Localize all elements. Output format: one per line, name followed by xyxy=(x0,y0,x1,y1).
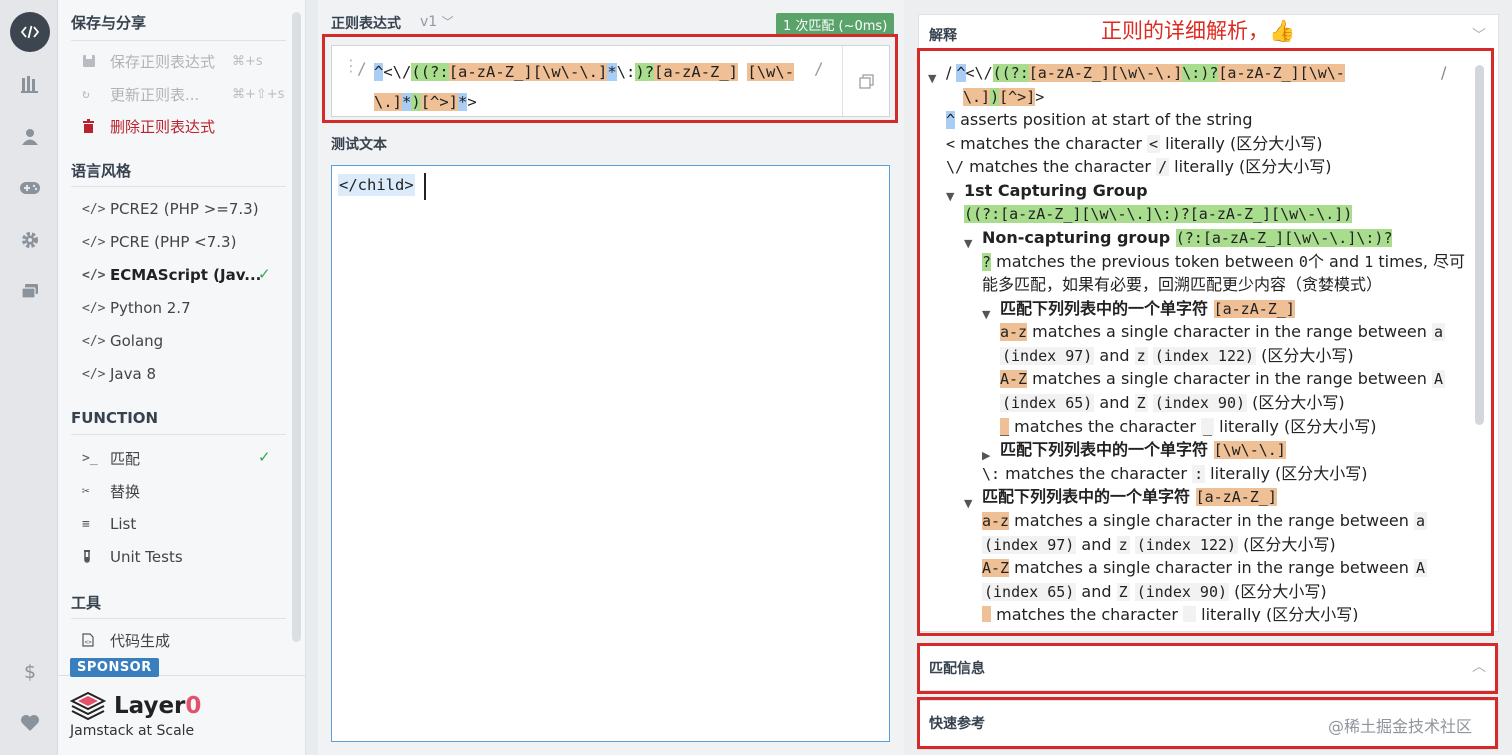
save-icon xyxy=(82,54,110,68)
flavor-label: ECMAScript (Jav... xyxy=(110,266,262,284)
function-label: Unit Tests xyxy=(110,548,183,566)
test-string-title: 测试文本 xyxy=(331,137,387,153)
version-label: v1 xyxy=(420,14,438,30)
terminal-icon: >_ xyxy=(82,450,98,466)
function-list[interactable]: ≡ List xyxy=(82,510,136,538)
function-label: List xyxy=(110,515,137,533)
sponsor-logo[interactable]: Layer0 xyxy=(70,691,201,721)
flavor-label: Python 2.7 xyxy=(110,299,191,317)
version-selector[interactable]: v1 ﹀ xyxy=(420,13,454,30)
gamepad-icon[interactable] xyxy=(10,168,50,208)
function-unit-tests[interactable]: Unit Tests xyxy=(82,543,183,571)
chat-icon[interactable] xyxy=(10,272,50,312)
sponsor-tagline: Jamstack at Scale xyxy=(70,723,195,739)
list-icon: ≡ xyxy=(82,516,90,532)
user-icon[interactable] xyxy=(10,116,50,156)
chevron-down-icon[interactable]: ﹀ xyxy=(1472,25,1486,45)
text-cursor xyxy=(424,173,426,200)
icon-bar: $ xyxy=(0,0,58,755)
save-regex-button[interactable]: 保存正则表达式 ⌘+s xyxy=(82,47,263,75)
check-icon: ✓ xyxy=(258,265,271,283)
gear-icon[interactable] xyxy=(10,220,50,260)
code-icon: </> xyxy=(82,300,106,316)
flavor-label: PCRE2 (PHP >=7.3) xyxy=(110,200,259,218)
annotation-box xyxy=(322,34,898,123)
function-label: 匹配 xyxy=(110,449,141,468)
dollar-icon[interactable]: $ xyxy=(10,652,50,692)
left-sidebar: 保存与分享 保存正则表达式 ⌘+s ↻ 更新正则表... ⌘+⇧+s 删除正则表… xyxy=(58,0,306,755)
regex-title: 正则表达式 xyxy=(331,16,401,32)
flavor-label: Golang xyxy=(110,332,164,350)
save-share-title: 保存与分享 xyxy=(71,14,147,32)
update-shortcut: ⌘+⇧+s xyxy=(232,86,285,102)
sidebar-scrollbar[interactable] xyxy=(292,12,301,642)
trash-icon xyxy=(82,119,110,133)
flavor-title: 语言风格 xyxy=(71,162,132,180)
flavor-label: PCRE (PHP <7.3) xyxy=(110,233,237,251)
function-match[interactable]: >_ 匹配 xyxy=(82,444,140,472)
scissors-icon: ✂ xyxy=(82,483,90,499)
function-replace[interactable]: ✂ 替换 xyxy=(82,477,140,505)
check-icon: ✓ xyxy=(258,448,271,466)
annotation-box xyxy=(917,643,1498,694)
sponsor-name: Layer0 xyxy=(114,693,202,719)
code-icon: </> xyxy=(82,366,106,382)
flavor-label: Java 8 xyxy=(110,365,156,383)
save-regex-label: 保存正则表达式 xyxy=(110,52,216,71)
sponsor-badge: SPONSOR xyxy=(70,658,159,677)
delete-regex-button[interactable]: 删除正则表达式 xyxy=(82,112,215,140)
library-icon[interactable] xyxy=(10,64,50,104)
chevron-down-icon: ﹀ xyxy=(441,15,454,29)
divider xyxy=(71,186,286,187)
function-title: FUNCTION xyxy=(71,409,159,427)
function-label: 替换 xyxy=(110,482,141,501)
code-icon: </> xyxy=(82,201,106,217)
svg-text:<>: <> xyxy=(85,639,93,646)
flavor-pcre2[interactable]: </> PCRE2 (PHP >=7.3) xyxy=(82,195,259,223)
tool-label: 代码生成 xyxy=(110,631,171,650)
test-string-input[interactable] xyxy=(331,165,890,742)
divider xyxy=(71,434,286,435)
code-icon: </> xyxy=(82,267,106,283)
update-regex-button[interactable]: ↻ 更新正则表... ⌘+⇧+s xyxy=(82,80,284,108)
file-code-icon: <> xyxy=(82,633,110,647)
divider xyxy=(71,618,286,619)
tools-title: 工具 xyxy=(71,594,102,612)
annotation-text: 正则的详细解析，👍 xyxy=(1101,19,1296,43)
delete-regex-label: 删除正则表达式 xyxy=(110,117,216,136)
flavor-ecmascript[interactable]: </> ECMAScript (Jav... xyxy=(82,261,261,289)
explanation-title: 解释 xyxy=(929,28,957,44)
test-string-match: </child> xyxy=(338,174,415,196)
divider xyxy=(71,40,286,41)
annotation-box xyxy=(917,48,1494,636)
flask-icon xyxy=(82,550,110,564)
code-icon: </> xyxy=(82,234,106,250)
flavor-java[interactable]: </> Java 8 xyxy=(82,360,156,388)
update-regex-label: 更新正则表... xyxy=(110,85,200,104)
flavor-python[interactable]: </> Python 2.7 xyxy=(82,294,191,322)
match-count-badge: 1 次匹配 (~0ms) xyxy=(776,13,895,36)
refresh-icon: ↻ xyxy=(82,86,90,102)
code-icon: </> xyxy=(82,333,106,349)
flavor-golang[interactable]: </> Golang xyxy=(82,327,163,355)
tool-code-generator[interactable]: <> 代码生成 xyxy=(82,626,170,654)
annotation-box xyxy=(917,697,1498,749)
flavor-pcre[interactable]: </> PCRE (PHP <7.3) xyxy=(82,228,236,256)
layers-icon xyxy=(70,691,106,721)
save-shortcut: ⌘+s xyxy=(232,53,263,69)
heart-icon[interactable] xyxy=(10,703,50,743)
code-icon[interactable] xyxy=(10,12,50,52)
